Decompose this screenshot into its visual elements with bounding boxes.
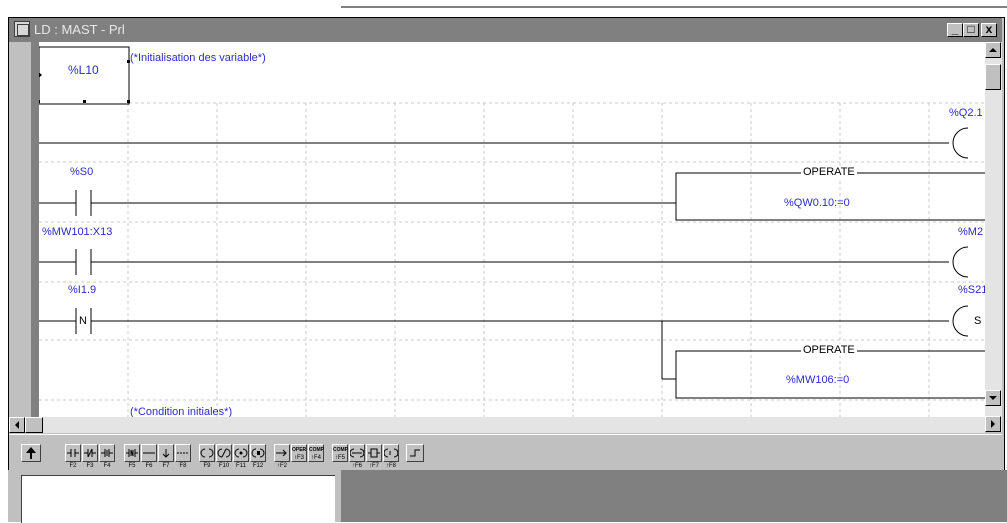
contact-mw101-label: %MW101:X13 — [42, 226, 113, 238]
operate-block-1-expression: %QW0.10:=0 — [784, 197, 850, 209]
coil-reset-icon[interactable]: F12 — [250, 444, 266, 469]
top-strip — [0, 0, 1007, 8]
call-icon[interactable]: ↑F6 — [349, 444, 365, 469]
jump-icon[interactable]: ↑F2 — [274, 444, 290, 469]
coil-set-icon[interactable]: F11 — [233, 444, 249, 469]
return-icon[interactable]: ↑F8 — [383, 444, 399, 469]
contact-n-symbol: N — [79, 315, 87, 327]
vertical-scrollbar[interactable] — [985, 42, 1002, 432]
contact-p-icon[interactable]: F4 — [99, 444, 115, 469]
end-rung-icon[interactable] — [406, 444, 424, 462]
scroll-up-button[interactable] — [985, 42, 1001, 58]
window-title: LD : MAST - Prl — [34, 22, 125, 37]
contact-i19-label: %I1.9 — [68, 284, 97, 296]
horizontal-scroll-thumb[interactable] — [25, 417, 43, 433]
contact-n-icon[interactable]: F5 — [124, 444, 140, 469]
compare-block-icon[interactable]: COMP ↑F4 — [308, 444, 324, 462]
ladder-toolbar: F2 F3 F4 F5 F6 F7 F8 F9 F10 F11 F12 ↑F2 … — [9, 434, 1002, 469]
contact-s0-label: %S0 — [70, 166, 94, 178]
ladder-canvas[interactable]: %L10 (*Initialisation des variable*) %S0… — [39, 42, 985, 417]
ladder-window-icon[interactable] — [14, 21, 30, 37]
horizontal-scrollbar[interactable] — [9, 417, 985, 433]
left-power-rail — [31, 42, 39, 417]
ladder-diagram — [39, 46, 985, 417]
operate-block-icon[interactable]: OPER ↑F3 — [291, 444, 307, 462]
operate-block-2-header: OPERATE — [801, 344, 857, 356]
grid — [39, 102, 985, 417]
coil-icon[interactable]: F9 — [199, 444, 215, 469]
fill-link-icon[interactable]: F8 — [175, 444, 191, 469]
coil-s21-label: %S21 — [958, 284, 985, 296]
minimize-button[interactable]: _ — [947, 23, 963, 37]
set-coil-symbol: S — [974, 315, 982, 327]
coil-m2-label: %M2 — [958, 226, 984, 238]
pointer-arrow-icon[interactable] — [21, 444, 41, 462]
coil-negated-icon[interactable]: F10 — [216, 444, 232, 469]
title-bar[interactable] — [9, 18, 1002, 42]
contact-no-icon[interactable]: F2 — [65, 444, 81, 469]
operate-block-2-expression: %MW106:=0 — [786, 374, 850, 386]
scroll-left-button[interactable] — [9, 417, 25, 433]
rung-label: %L10 — [68, 63, 99, 77]
info-pane[interactable] — [21, 475, 335, 523]
horizontal-link-icon[interactable]: F6 — [141, 444, 157, 469]
scroll-right-button[interactable] — [985, 416, 1001, 432]
bottom-right-pane — [341, 470, 1007, 522]
contact-nc-icon[interactable]: F3 — [82, 444, 98, 469]
left-margin — [9, 42, 31, 417]
operate-block-1-header: OPERATE — [801, 166, 857, 178]
rung-comment: (*Initialisation des variable*) — [130, 52, 266, 64]
maximize-button[interactable]: □ — [963, 23, 979, 37]
next-rung-comment: (*Condition initiales*) — [130, 406, 233, 417]
function-block-icon[interactable]: ↑F7 — [366, 444, 382, 469]
coil-q21-label: %Q2.1 — [949, 107, 983, 119]
vertical-scroll-thumb[interactable] — [985, 64, 1001, 90]
close-button[interactable]: x — [981, 23, 997, 37]
scroll-down-button[interactable] — [985, 390, 1001, 406]
vertical-link-icon[interactable]: F7 — [158, 444, 174, 469]
compare-horizontal-icon[interactable]: COMP ↑F5 — [332, 444, 348, 462]
